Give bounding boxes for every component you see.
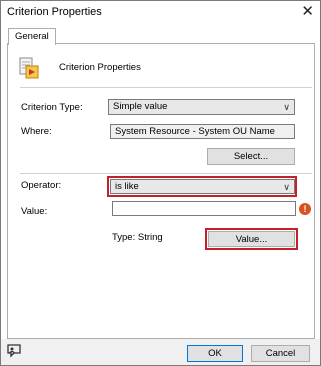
- chevron-down-icon: ∨: [283, 102, 290, 112]
- general-tab-panel: Criterion Properties Criterion Type: Sim…: [7, 43, 315, 339]
- value-label: Value:: [21, 206, 48, 217]
- criterion-properties-icon: [17, 56, 41, 80]
- operator-label: Operator:: [21, 180, 62, 191]
- value-button-highlight: [205, 228, 298, 250]
- feedback-icon[interactable]: [5, 341, 25, 361]
- window-title: Criterion Properties: [7, 6, 102, 18]
- ok-button[interactable]: OK: [187, 345, 243, 362]
- criterion-properties-dialog: Criterion Properties ✕ General Criterion…: [0, 0, 321, 366]
- tab-general[interactable]: General: [8, 28, 56, 45]
- type-label: Type: String: [112, 232, 163, 243]
- select-button[interactable]: Select...: [207, 148, 295, 165]
- where-field: System Resource - System OU Name: [110, 124, 295, 139]
- warning-icon: !: [299, 203, 311, 215]
- criterion-type-value: Simple value: [113, 101, 168, 112]
- operator-highlight: [107, 176, 297, 197]
- criterion-type-label: Criterion Type:: [21, 102, 83, 113]
- section-separator: [20, 173, 312, 174]
- value-input[interactable]: [112, 201, 296, 216]
- cancel-button[interactable]: Cancel: [251, 345, 310, 362]
- header-separator: [20, 87, 312, 88]
- header-title: Criterion Properties: [59, 62, 141, 73]
- button-bar: OK Cancel: [1, 339, 320, 365]
- where-label: Where:: [21, 126, 52, 137]
- criterion-type-select[interactable]: Simple value ∨: [108, 99, 295, 115]
- title-bar: Criterion Properties ✕: [1, 1, 320, 25]
- close-icon[interactable]: ✕: [301, 3, 314, 21]
